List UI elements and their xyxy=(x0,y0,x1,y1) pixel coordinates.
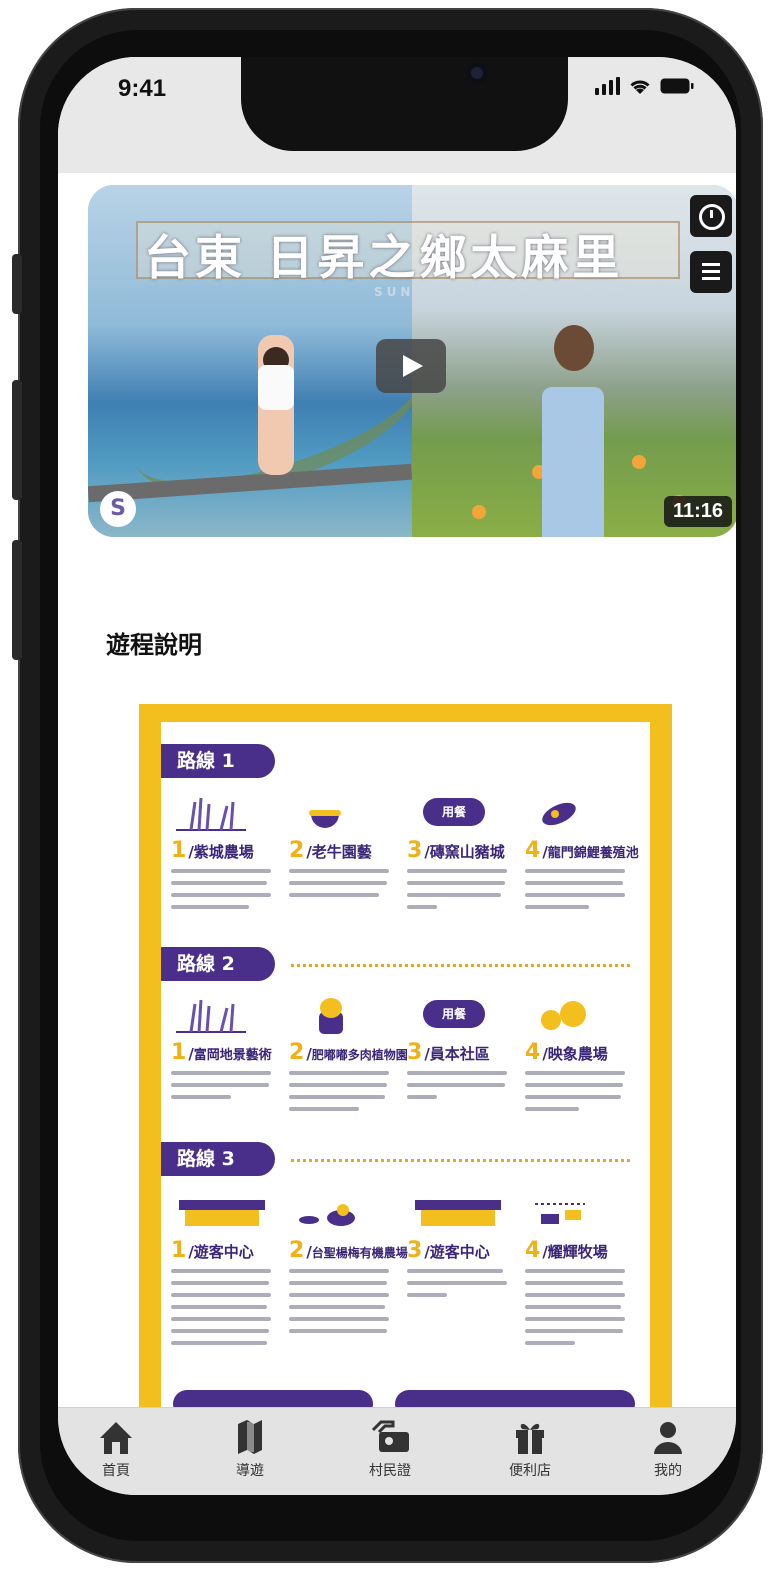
person-icon xyxy=(628,1416,708,1458)
person-figure xyxy=(258,335,294,475)
route-tag: 路線 2 xyxy=(161,947,275,981)
silent-switch xyxy=(12,254,22,314)
cattle-ranch-icon xyxy=(525,1192,637,1234)
bottom-tab-bar: 首頁 導遊 村民證 便利店 我的 xyxy=(58,1407,736,1495)
video-player[interactable]: 台東 日昇之鄉太麻里 SUNRISE HOMETOWN IN TAITUNG S… xyxy=(88,185,736,537)
lavender-icon xyxy=(171,994,283,1036)
lavender-icon xyxy=(171,792,283,834)
lily-flower xyxy=(632,455,646,469)
visitor-center-icon xyxy=(171,1192,283,1234)
clock-icon xyxy=(699,204,725,230)
video-title: 台東 日昇之鄉太麻里 xyxy=(144,231,624,286)
play-button-icon[interactable] xyxy=(376,339,446,393)
tab-villager-id[interactable]: 村民證 xyxy=(350,1416,430,1480)
section-title: 遊程說明 xyxy=(106,631,202,659)
stop-name: 1/紫城農場 xyxy=(171,838,254,863)
route-stop: 4/龍門錦鯉養殖池 xyxy=(525,792,639,917)
route-tag: 路線 1 xyxy=(161,744,275,778)
wifi-icon xyxy=(630,80,650,94)
battery-icon xyxy=(660,78,694,94)
tab-label: 村民證 xyxy=(369,1463,411,1479)
stop-name: 2/肥嘟嘟多肉植物園 xyxy=(289,1040,408,1065)
video-duration: 11:16 xyxy=(663,496,732,527)
stop-name: 3/遊客中心 xyxy=(407,1238,490,1263)
status-icons xyxy=(595,77,694,95)
channel-logo: S xyxy=(100,491,136,527)
meal-cloud-icon: 用餐 xyxy=(407,994,519,1036)
home-icon xyxy=(76,1416,156,1458)
tab-store[interactable]: 便利店 xyxy=(490,1416,570,1480)
stop-name: 4/映象農場 xyxy=(525,1040,608,1065)
video-subtitle: SUNRISE HOMETOWN IN TAITUNG xyxy=(374,285,709,299)
gift-icon xyxy=(490,1416,570,1458)
route-stop: 1/遊客中心 xyxy=(171,1192,283,1353)
route-stop: 4/映象農場 xyxy=(525,994,637,1119)
volume-down-button xyxy=(12,540,22,660)
meal-cloud-icon: 用餐 xyxy=(407,792,519,834)
route-stop: 2/老牛園藝 xyxy=(289,792,401,905)
route-stop: 1/紫城農場 xyxy=(171,792,283,917)
notch xyxy=(241,57,568,151)
bayberry-farm-icon xyxy=(289,1192,401,1234)
route-divider xyxy=(291,1159,630,1162)
tab-label: 便利店 xyxy=(509,1463,551,1479)
id-card-icon xyxy=(350,1416,430,1458)
phone-screen: 9:41 台東 日昇之鄉太麻里 SUNRISE HOMETOWN IN TAIT… xyxy=(58,57,736,1495)
signal-icon xyxy=(595,77,620,95)
route-stop: 1/富岡地景藝術 xyxy=(171,994,283,1107)
route-stop: 3/遊客中心 xyxy=(407,1192,519,1305)
tab-guide[interactable]: 導遊 xyxy=(210,1416,290,1480)
status-time: 9:41 xyxy=(118,75,167,102)
route-stop: 用餐 3/磚窯山豬城 xyxy=(407,792,519,917)
route-tag: 路線 3 xyxy=(161,1142,275,1176)
stop-name: 1/富岡地景藝術 xyxy=(171,1040,272,1065)
stop-name: 2/老牛園藝 xyxy=(289,838,372,863)
add-to-queue-button[interactable] xyxy=(690,251,732,293)
tab-label: 首頁 xyxy=(102,1463,130,1479)
route-stop: 2/肥嘟嘟多肉植物園 xyxy=(289,994,408,1119)
tab-label: 我的 xyxy=(654,1463,682,1479)
lily-flower xyxy=(472,505,486,519)
bowl-icon xyxy=(289,792,401,834)
front-camera-icon xyxy=(466,62,488,84)
stop-name: 3/磚窯山豬城 xyxy=(407,838,505,863)
route-stop: 4/耀輝牧場 xyxy=(525,1192,637,1353)
stop-name: 4/龍門錦鯉養殖池 xyxy=(525,838,639,863)
succulent-pot-icon xyxy=(289,994,401,1036)
tab-label: 導遊 xyxy=(236,1463,264,1479)
person-figure xyxy=(538,325,608,537)
tab-me[interactable]: 我的 xyxy=(628,1416,708,1480)
stop-name: 1/遊客中心 xyxy=(171,1238,254,1263)
poster-content: 路線 1 1/紫城農場 2/老牛園藝 用餐 3/磚窯山豬城 4 /龍門錦鯉養殖池… xyxy=(161,722,650,1424)
status-bar: 9:41 xyxy=(58,57,736,173)
watch-later-button[interactable] xyxy=(690,195,732,237)
stop-name: 2/台聖楊梅有機農場 xyxy=(289,1238,408,1263)
stop-name: 4/耀輝牧場 xyxy=(525,1238,608,1263)
route-divider xyxy=(291,964,630,967)
itinerary-poster: 路線 1 1/紫城農場 2/老牛園藝 用餐 3/磚窯山豬城 4 /龍門錦鯉養殖池… xyxy=(139,704,672,1424)
tab-home[interactable]: 首頁 xyxy=(76,1416,156,1480)
orange-fruit-icon xyxy=(525,994,637,1036)
koi-fish-icon xyxy=(525,792,637,834)
volume-up-button xyxy=(12,380,22,500)
visitor-center-icon xyxy=(407,1192,519,1234)
route-stop: 2/台聖楊梅有機農場 xyxy=(289,1192,408,1341)
stop-name: 3/員本社區 xyxy=(407,1040,490,1065)
route-stop: 用餐 3/員本社區 xyxy=(407,994,519,1107)
map-icon xyxy=(210,1416,290,1458)
